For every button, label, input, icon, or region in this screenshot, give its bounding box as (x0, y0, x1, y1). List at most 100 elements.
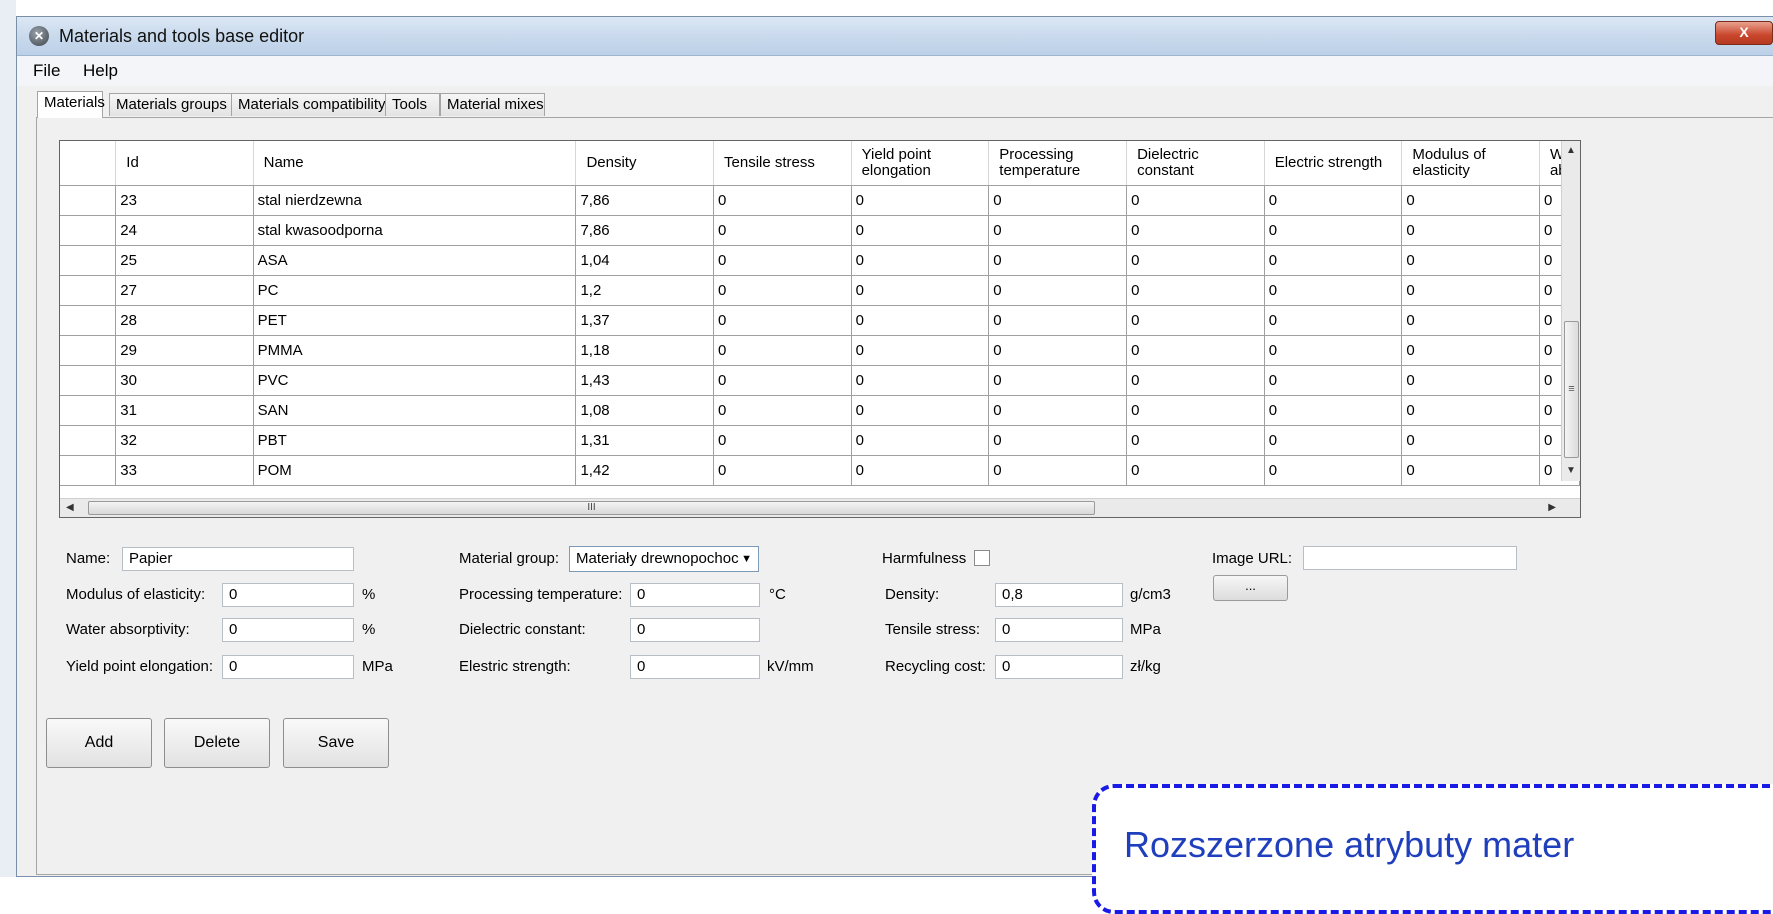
row-header[interactable] (60, 365, 117, 396)
table-cell[interactable]: 7,86 (575, 185, 715, 216)
table-cell[interactable]: 0 (850, 455, 990, 486)
table-cell[interactable]: 0 (1263, 335, 1403, 366)
table-cell[interactable]: 0 (1263, 275, 1403, 306)
table-cell[interactable]: 0 (1126, 425, 1265, 456)
table-cell[interactable]: 1,18 (575, 335, 715, 366)
table-cell[interactable]: 0 (713, 275, 852, 306)
table-cell[interactable]: PC (252, 275, 577, 306)
scroll-down-icon[interactable]: ▼ (1566, 465, 1576, 476)
table-cell[interactable]: 0 (1126, 455, 1265, 486)
row-header[interactable] (60, 215, 117, 246)
column-header[interactable]: Electric strength (1264, 141, 1403, 186)
table-cell[interactable]: 33 (115, 455, 254, 486)
table-cell[interactable]: 1,37 (575, 305, 715, 336)
menu-help[interactable]: Help (83, 61, 118, 81)
table-cell[interactable]: 0 (1263, 395, 1403, 426)
table-cell[interactable]: 1,04 (575, 245, 715, 276)
scroll-up-icon[interactable]: ▲ (1566, 145, 1576, 156)
tensile-field[interactable]: 0 (995, 618, 1123, 642)
table-cell[interactable]: 0 (1126, 395, 1265, 426)
materials-grid[interactable]: Id Name Density Tensile stress Yield poi… (59, 140, 1581, 518)
table-cell[interactable]: 0 (1263, 185, 1403, 216)
table-cell[interactable]: 1,2 (575, 275, 715, 306)
table-cell[interactable]: 0 (850, 275, 990, 306)
table-cell[interactable]: 25 (115, 245, 254, 276)
column-header[interactable]: Processing temperature (988, 141, 1128, 186)
table-cell[interactable]: 0 (1263, 455, 1403, 486)
density-field[interactable]: 0,8 (995, 583, 1123, 607)
table-cell[interactable]: 27 (115, 275, 254, 306)
column-header[interactable]: Modulus of elasticity (1401, 141, 1540, 186)
row-header[interactable] (60, 275, 117, 306)
table-cell[interactable]: 0 (1263, 215, 1403, 246)
table-cell[interactable]: 0 (1263, 245, 1403, 276)
close-button[interactable]: X (1715, 21, 1773, 45)
horizontal-scrollbar[interactable]: ◀ III ▶ (60, 498, 1580, 517)
table-cell[interactable]: 0 (988, 215, 1128, 246)
table-cell[interactable]: 0 (850, 245, 990, 276)
tab-materials-compatibility[interactable]: Materials compatibility (231, 93, 386, 116)
horizontal-scroll-thumb[interactable]: III (88, 501, 1095, 515)
table-cell[interactable]: 0 (988, 425, 1128, 456)
column-header[interactable]: Density (575, 141, 715, 186)
table-cell[interactable]: 0 (988, 185, 1128, 216)
table-cell[interactable]: 0 (1401, 245, 1540, 276)
save-button[interactable]: Save (283, 718, 389, 768)
table-cell[interactable]: POM (252, 455, 577, 486)
table-cell[interactable]: 1,31 (575, 425, 715, 456)
table-cell[interactable]: 24 (115, 215, 254, 246)
table-cell[interactable]: 23 (115, 185, 254, 216)
row-header[interactable] (60, 425, 117, 456)
tab-tools[interactable]: Tools (385, 93, 440, 116)
table-cell[interactable]: 0 (988, 365, 1128, 396)
column-header[interactable]: Id (115, 141, 254, 186)
table-cell[interactable]: 0 (1401, 185, 1540, 216)
yield-field[interactable]: 0 (222, 655, 354, 679)
table-cell[interactable]: 31 (115, 395, 254, 426)
vertical-scrollbar[interactable]: ▲ ≡ ▼ (1561, 141, 1580, 481)
table-cell[interactable]: 7,86 (575, 215, 715, 246)
table-row[interactable]: 30 PVC 1,43 0 0 0 0 0 0 0 (60, 365, 1580, 396)
table-cell[interactable]: 0 (713, 365, 852, 396)
table-row[interactable]: 29 PMMA 1,18 0 0 0 0 0 0 0 (60, 335, 1580, 366)
table-row[interactable]: 25 ASA 1,04 0 0 0 0 0 0 0 (60, 245, 1580, 276)
table-cell[interactable]: 0 (713, 395, 852, 426)
menu-file[interactable]: File (33, 61, 60, 81)
table-cell[interactable]: 0 (850, 395, 990, 426)
electric-field[interactable]: 0 (630, 655, 760, 679)
table-row[interactable]: 32 PBT 1,31 0 0 0 0 0 0 0 (60, 425, 1580, 456)
table-cell[interactable]: 0 (1126, 245, 1265, 276)
table-cell[interactable]: 0 (1263, 425, 1403, 456)
column-header[interactable]: Dielectric constant (1126, 141, 1265, 186)
table-cell[interactable]: 0 (1126, 275, 1265, 306)
row-header[interactable] (60, 185, 117, 216)
table-cell[interactable]: 0 (1126, 305, 1265, 336)
table-cell[interactable]: 0 (850, 215, 990, 246)
tab-material-mixes[interactable]: Material mixes (440, 93, 545, 116)
table-cell[interactable]: 0 (1263, 305, 1403, 336)
processing-field[interactable]: 0 (630, 583, 760, 607)
table-cell[interactable]: 32 (115, 425, 254, 456)
row-header[interactable] (60, 395, 117, 426)
table-cell[interactable]: 0 (1401, 425, 1540, 456)
table-cell[interactable]: 0 (988, 245, 1128, 276)
table-cell[interactable]: 0 (1401, 215, 1540, 246)
table-cell[interactable]: 0 (713, 245, 852, 276)
name-field[interactable]: Papier (122, 547, 354, 571)
table-cell[interactable]: 0 (1401, 275, 1540, 306)
column-header[interactable]: Name (253, 141, 577, 186)
image-url-field[interactable] (1303, 546, 1517, 570)
table-cell[interactable]: 0 (1401, 365, 1540, 396)
table-cell[interactable]: 0 (988, 275, 1128, 306)
table-cell[interactable]: 0 (850, 425, 990, 456)
table-cell[interactable]: 0 (850, 185, 990, 216)
scroll-right-icon[interactable]: ▶ (1548, 502, 1556, 513)
table-cell[interactable]: 0 (1401, 335, 1540, 366)
table-row[interactable]: 28 PET 1,37 0 0 0 0 0 0 0 (60, 305, 1580, 336)
add-button[interactable]: Add (46, 718, 152, 768)
table-row[interactable]: 23 stal nierdzewna 7,86 0 0 0 0 0 0 0 (60, 185, 1580, 216)
table-cell[interactable]: PBT (252, 425, 577, 456)
table-cell[interactable]: SAN (252, 395, 577, 426)
scroll-left-icon[interactable]: ◀ (66, 502, 74, 513)
table-cell[interactable]: 0 (850, 365, 990, 396)
